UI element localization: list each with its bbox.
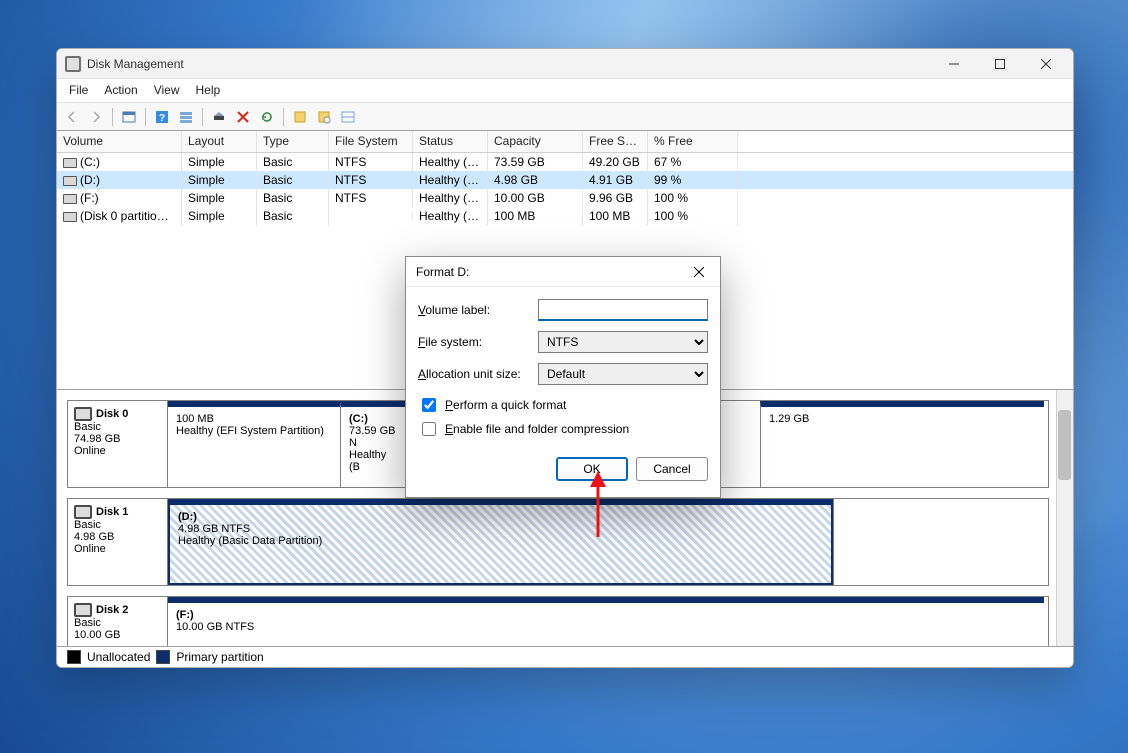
cancel-button[interactable]: Cancel xyxy=(636,457,708,481)
action-icon[interactable] xyxy=(208,106,230,128)
menu-file[interactable]: File xyxy=(61,79,96,102)
disk-row: Disk 2Basic10.00 GB(F:)10.00 GB NTFS xyxy=(67,596,1049,647)
col-type[interactable]: Type xyxy=(257,131,329,152)
col-layout[interactable]: Layout xyxy=(182,131,257,152)
menu-view[interactable]: View xyxy=(146,79,188,102)
delete-icon[interactable] xyxy=(232,106,254,128)
app-icon xyxy=(65,56,81,72)
legend-primary: Primary partition xyxy=(176,650,263,664)
menubar: File Action View Help xyxy=(57,79,1073,103)
table-row[interactable]: (C:)SimpleBasicNTFSHealthy (B...73.59 GB… xyxy=(57,153,1073,171)
dialog-titlebar: Format D: xyxy=(406,257,720,287)
partition[interactable]: (C:)73.59 GB NHealthy (B xyxy=(340,401,405,487)
settings-list-icon[interactable] xyxy=(175,106,197,128)
properties-icon[interactable] xyxy=(313,106,335,128)
show-hide-console-tree-icon[interactable] xyxy=(118,106,140,128)
col-status[interactable]: Status xyxy=(413,131,488,152)
toolbar: ? xyxy=(57,103,1073,131)
menu-action[interactable]: Action xyxy=(96,79,145,102)
quick-format-checkbox[interactable] xyxy=(422,398,436,412)
back-button[interactable] xyxy=(61,106,83,128)
quick-format-label[interactable]: Perform a quick format xyxy=(445,398,566,412)
partition[interactable]: (F:)10.00 GB NTFS xyxy=(168,597,1044,647)
col-capacity[interactable]: Capacity xyxy=(488,131,583,152)
partition[interactable]: 1.29 GB xyxy=(760,401,1044,487)
file-system-select[interactable]: NTFS xyxy=(538,331,708,353)
ok-button[interactable]: OK xyxy=(556,457,628,481)
maximize-button[interactable] xyxy=(977,49,1023,79)
close-button[interactable] xyxy=(1023,49,1069,79)
legend: Unallocated Primary partition xyxy=(57,647,1073,667)
col-freespace[interactable]: Free Spa... xyxy=(583,131,648,152)
partition[interactable] xyxy=(833,499,1044,585)
table-row[interactable]: (Disk 0 partition 1)SimpleBasicHealthy (… xyxy=(57,207,1073,225)
forward-button[interactable] xyxy=(85,106,107,128)
disk-row: Disk 1Basic4.98 GBOnline(D:)4.98 GB NTFS… xyxy=(67,498,1049,586)
table-row[interactable]: (F:)SimpleBasicNTFSHealthy (P...10.00 GB… xyxy=(57,189,1073,207)
allocation-label: Allocation unit size: xyxy=(418,367,538,381)
toggle-bottom-panel-icon[interactable] xyxy=(337,106,359,128)
window-title: Disk Management xyxy=(87,57,184,71)
dialog-title: Format D: xyxy=(416,265,684,279)
svg-text:?: ? xyxy=(159,113,165,124)
partition[interactable]: 100 MBHealthy (EFI System Partition) xyxy=(168,401,340,487)
titlebar: Disk Management xyxy=(57,49,1073,79)
col-volume[interactable]: Volume xyxy=(57,131,182,152)
refresh-icon[interactable] xyxy=(256,106,278,128)
legend-swatch-primary xyxy=(156,650,170,664)
menu-help[interactable]: Help xyxy=(188,79,229,102)
volume-table-header: Volume Layout Type File System Status Ca… xyxy=(57,131,1073,153)
minimize-button[interactable] xyxy=(931,49,977,79)
partition[interactable]: (D:)4.98 GB NTFSHealthy (Basic Data Part… xyxy=(168,499,833,585)
scrollbar-track[interactable] xyxy=(1056,390,1073,646)
scrollbar-thumb[interactable] xyxy=(1058,410,1071,480)
col-pctfree[interactable]: % Free xyxy=(648,131,738,152)
new-icon[interactable] xyxy=(289,106,311,128)
dialog-close-button[interactable] xyxy=(684,258,714,286)
col-filesystem[interactable]: File System xyxy=(329,131,413,152)
volume-label-label: Volume label: xyxy=(418,303,538,317)
help-icon[interactable]: ? xyxy=(151,106,173,128)
table-row[interactable]: (D:)SimpleBasicNTFSHealthy (B...4.98 GB4… xyxy=(57,171,1073,189)
compression-checkbox[interactable] xyxy=(422,422,436,436)
legend-swatch-unallocated xyxy=(67,650,81,664)
compression-label[interactable]: Enable file and folder compression xyxy=(445,422,629,436)
volume-label-input[interactable] xyxy=(538,299,708,321)
file-system-label: File system: xyxy=(418,335,538,349)
allocation-select[interactable]: Default xyxy=(538,363,708,385)
format-dialog: Format D: Volume label: File system: NTF… xyxy=(405,256,721,498)
legend-unallocated: Unallocated xyxy=(87,650,150,664)
